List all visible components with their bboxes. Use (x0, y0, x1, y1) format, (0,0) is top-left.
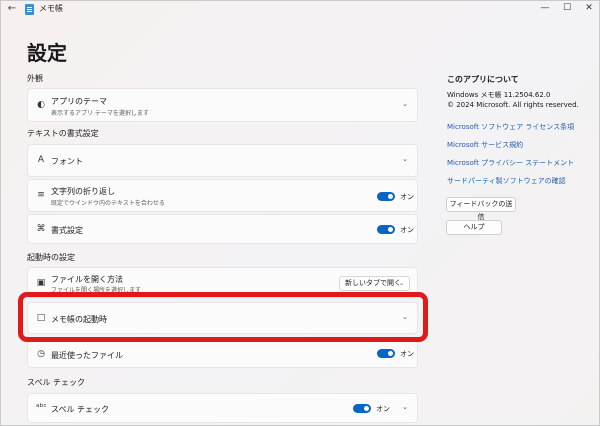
minimize-icon[interactable]: — (534, 1, 556, 16)
open-file-select-value: 新しいタブで開く (345, 279, 401, 287)
about-title: このアプリについて (447, 75, 519, 84)
format-icon: ⌘ (36, 224, 46, 234)
notepad-settings-window: ← メモ帳 — ☐ ✕ 設定 外観 ◐ アプリのテーマ 表示するアプリ テーマを… (0, 0, 600, 426)
font-setting-card[interactable]: A フォント ⌄ (27, 144, 418, 177)
license-link[interactable]: Microsoft ソフトウェア ライセンス条項 (447, 122, 574, 132)
copyright: © 2024 Microsoft. All rights reserved. (447, 101, 579, 109)
third-party-link[interactable]: サードパーティ製ソフトウェアの確認 (447, 176, 566, 186)
spell-check-setting-card[interactable]: ᵃᵇᶜ スペル チェック オン ⌄ (27, 393, 418, 423)
formatting-title: 書式設定 (51, 226, 83, 235)
section-startup: 起動時の設定 (27, 253, 75, 262)
word-wrap-setting-card: ≡ 文字列の折り返し 既定でウインドウ内のテキストを合わせる オン (27, 179, 418, 212)
feedback-button[interactable]: フィードバックの送信 (446, 197, 516, 221)
recent-files-toggle-label: オン (400, 350, 414, 358)
window-title: メモ帳 (39, 4, 63, 13)
highlight-frame (18, 292, 428, 342)
maximize-icon[interactable]: ☐ (556, 1, 578, 16)
back-arrow-icon[interactable]: ← (6, 3, 18, 15)
formatting-setting-card: ⌘ 書式設定 オン (27, 214, 418, 244)
clock-icon: ◷ (37, 349, 45, 359)
formatting-toggle-label: オン (400, 226, 414, 234)
section-text-format: テキストの書式設定 (27, 129, 99, 138)
open-file-icon: ▣ (36, 278, 46, 288)
spell-check-title: スペル チェック (51, 405, 109, 414)
word-wrap-toggle[interactable] (377, 192, 395, 201)
close-icon[interactable]: ✕ (578, 1, 600, 16)
section-spell: スペル チェック (27, 378, 85, 387)
privacy-link[interactable]: Microsoft プライバシー ステートメント (447, 158, 574, 168)
page-title: 設定 (27, 41, 67, 65)
section-appearance: 外観 (27, 74, 43, 83)
word-wrap-toggle-label: オン (400, 193, 414, 201)
recent-files-toggle[interactable] (377, 349, 395, 358)
font-title: フォント (51, 157, 83, 166)
theme-setting-card[interactable]: ◐ アプリのテーマ 表示するアプリ テーマを選択します ⌄ (27, 88, 418, 122)
recent-files-setting-card: ◷ 最近使ったファイル オン (27, 340, 418, 368)
help-button[interactable]: ヘルプ (446, 220, 502, 235)
recent-files-title: 最近使ったファイル (51, 351, 123, 360)
app-version: Windows メモ帳 11.2504.62.0 (447, 91, 551, 99)
formatting-toggle[interactable] (377, 225, 395, 234)
open-file-select[interactable]: 新しいタブで開く ⌄ (339, 276, 410, 291)
open-file-title: ファイルを開く方法 (51, 275, 123, 284)
service-terms-link[interactable]: Microsoft サービス規約 (447, 140, 523, 150)
notepad-app-icon (25, 4, 34, 15)
palette-icon: ◐ (37, 100, 45, 110)
theme-title: アプリのテーマ (51, 97, 107, 106)
theme-subtitle: 表示するアプリ テーマを選択します (51, 110, 149, 117)
word-wrap-icon: ≡ (37, 190, 45, 200)
spell-check-toggle-label: オン (376, 405, 390, 413)
spell-check-toggle[interactable] (353, 404, 371, 413)
chevron-down-icon[interactable]: ⌄ (402, 100, 408, 108)
word-wrap-title: 文字列の折り返し (51, 187, 115, 196)
chevron-down-icon[interactable]: ⌄ (402, 403, 408, 411)
chevron-down-icon: ⌄ (398, 280, 404, 287)
chevron-down-icon[interactable]: ⌄ (402, 155, 408, 163)
word-wrap-subtitle: 既定でウインドウ内のテキストを合わせる (51, 200, 165, 207)
font-icon: A (37, 155, 45, 165)
spell-check-icon: ᵃᵇᶜ (36, 403, 47, 413)
title-bar: ← メモ帳 — ☐ ✕ (1, 1, 600, 18)
